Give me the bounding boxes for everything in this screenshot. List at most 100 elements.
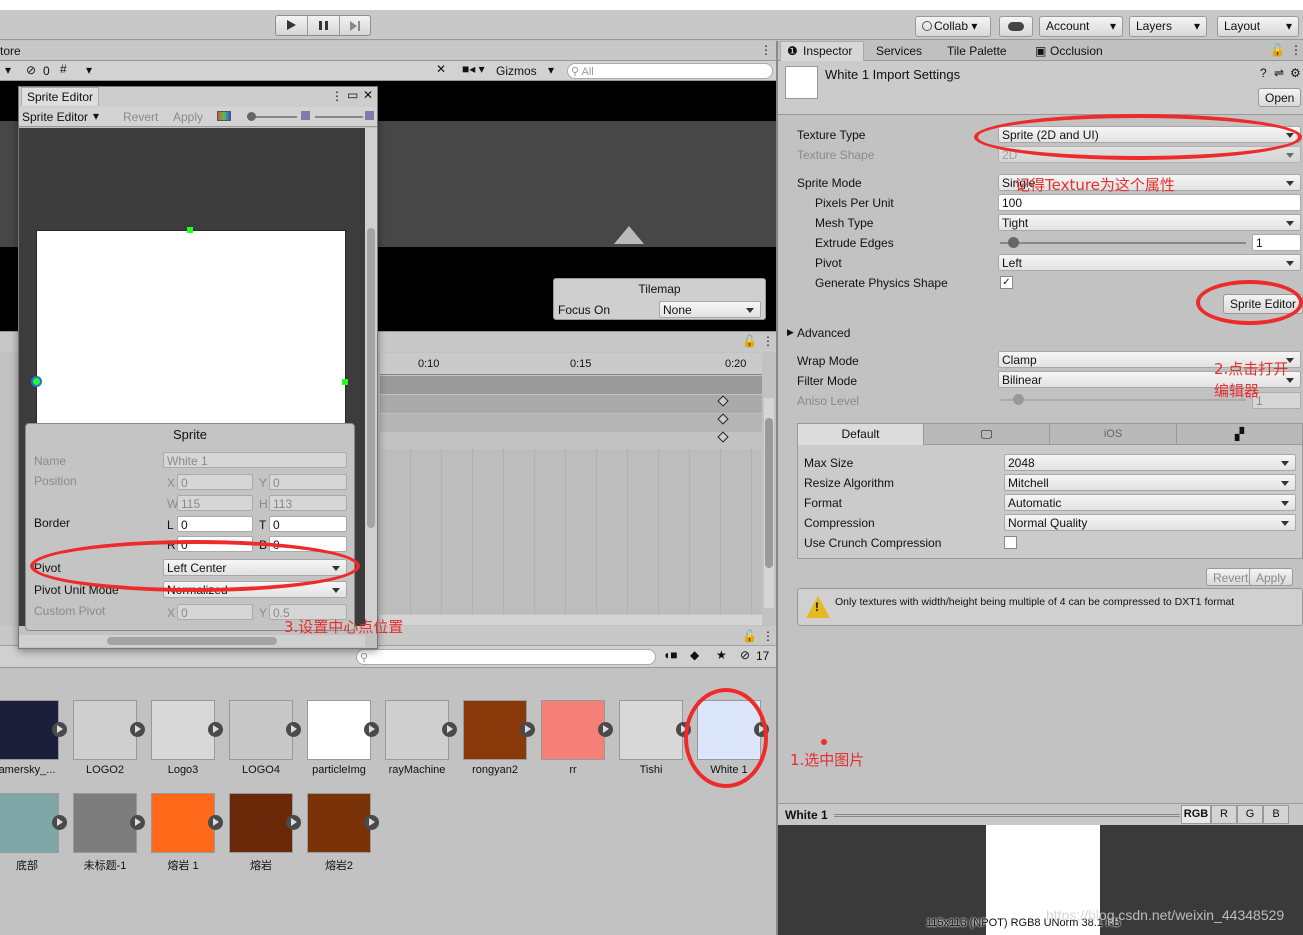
- asset-item[interactable]: Tishi: [612, 700, 691, 788]
- project-search-input[interactable]: ⚲: [356, 649, 656, 665]
- star-icon[interactable]: ★: [716, 648, 727, 662]
- border-l-field[interactable]: 0: [177, 516, 253, 532]
- cloud-button[interactable]: [999, 16, 1033, 37]
- play-icon[interactable]: [276, 16, 308, 35]
- scene-tab-label[interactable]: tore: [0, 44, 21, 58]
- channel-r-button[interactable]: R: [1211, 805, 1237, 824]
- apply-button[interactable]: Apply: [1249, 568, 1294, 586]
- open-button[interactable]: Open: [1258, 88, 1302, 107]
- chevron-down-icon[interactable]: ▾: [548, 63, 554, 77]
- revert-button[interactable]: Revert: [123, 110, 158, 124]
- asset-item[interactable]: 未标题-1: [66, 793, 145, 881]
- lock-icon[interactable]: 🔓: [742, 629, 757, 643]
- expand-arrow-icon[interactable]: [520, 722, 535, 737]
- sprite-handle-right[interactable]: [342, 379, 348, 385]
- revert-button[interactable]: Revert: [1206, 568, 1256, 586]
- more-icon[interactable]: ⋮: [1290, 43, 1302, 57]
- mip-slider[interactable]: [315, 116, 363, 118]
- help-icon[interactable]: ?: [1260, 66, 1267, 80]
- physics-shape-checkbox[interactable]: ✓: [1000, 276, 1013, 289]
- advanced-foldout[interactable]: Advanced: [797, 326, 850, 340]
- chevron-down-icon[interactable]: ▾: [86, 63, 92, 77]
- crunch-checkbox[interactable]: [1004, 536, 1017, 549]
- expand-arrow-icon[interactable]: [364, 815, 379, 830]
- sprite-editor-tab[interactable]: Sprite Editor: [21, 87, 100, 106]
- compression-dropdown[interactable]: Normal Quality: [1004, 514, 1296, 531]
- more-icon[interactable]: ⋮: [760, 43, 772, 57]
- expand-arrow-icon[interactable]: [130, 722, 145, 737]
- expand-arrow-icon[interactable]: [52, 815, 67, 830]
- pivot-dropdown[interactable]: Left: [998, 254, 1301, 271]
- apply-button[interactable]: Apply: [173, 110, 203, 124]
- ppu-field[interactable]: 100: [998, 194, 1301, 211]
- border-t-field[interactable]: 0: [269, 516, 347, 532]
- expand-arrow-icon[interactable]: [598, 722, 613, 737]
- extrude-edges-slider[interactable]: [1000, 237, 1246, 248]
- step-icon[interactable]: [340, 16, 370, 35]
- platform-tab-ios[interactable]: iOS: [1050, 424, 1177, 445]
- asset-item[interactable]: LOGO2: [66, 700, 145, 788]
- asset-item[interactable]: 熔岩 1: [144, 793, 223, 881]
- expand-arrow-icon[interactable]: [442, 722, 457, 737]
- platform-tab-android[interactable]: ▞: [1177, 424, 1302, 445]
- asset-item[interactable]: rayMachine: [378, 700, 457, 788]
- expand-arrow-icon[interactable]: [364, 722, 379, 737]
- collab-button[interactable]: Collab ▾: [915, 16, 991, 37]
- tools-icon[interactable]: ✕: [436, 62, 446, 76]
- gizmos-button[interactable]: Gizmos: [496, 64, 537, 78]
- asset-item[interactable]: particleImg: [300, 700, 379, 788]
- resize-algorithm-dropdown[interactable]: Mitchell: [1004, 474, 1296, 491]
- pivot-handle[interactable]: [31, 376, 42, 387]
- tab-tile-palette[interactable]: Tile Palette: [947, 44, 1007, 58]
- sprite-handle-top[interactable]: [187, 227, 193, 233]
- expand-arrow-icon[interactable]: [208, 722, 223, 737]
- channel-b-button[interactable]: B: [1263, 805, 1289, 824]
- tab-inspector[interactable]: Inspector: [803, 44, 852, 58]
- timeline-hscrollbar[interactable]: [380, 615, 762, 625]
- asset-item[interactable]: rongyan2: [456, 700, 535, 788]
- layers-button[interactable]: Layers ▾: [1129, 16, 1207, 37]
- account-button[interactable]: Account ▾: [1039, 16, 1123, 37]
- expand-arrow-icon[interactable]: [286, 815, 301, 830]
- chevron-down-icon[interactable]: ▾: [5, 63, 11, 77]
- label-icon[interactable]: ◆: [690, 648, 699, 662]
- focus-on-dropdown[interactable]: None: [659, 301, 761, 318]
- scene-search-input[interactable]: ⚲ All: [567, 63, 773, 79]
- asset-item[interactable]: amersky_...: [0, 700, 67, 788]
- time-ruler[interactable]: 0:10 0:15 0:20: [380, 353, 762, 375]
- pause-icon[interactable]: [308, 16, 340, 35]
- sprite-editor-mode-dropdown[interactable]: Sprite Editor: [22, 110, 88, 124]
- close-icon[interactable]: ✕: [363, 88, 373, 102]
- lock-icon[interactable]: 🔓: [742, 334, 757, 348]
- color-channel-icon[interactable]: [217, 111, 231, 121]
- asset-item[interactable]: 底部: [0, 793, 67, 881]
- asset-item[interactable]: 熔岩2: [300, 793, 379, 881]
- platform-tab-default[interactable]: Default: [798, 424, 924, 445]
- more-icon[interactable]: ⋮: [762, 629, 774, 643]
- grid-icon[interactable]: #: [60, 62, 67, 76]
- expand-arrow-icon[interactable]: [286, 722, 301, 737]
- timeline-vscrollbar[interactable]: [764, 398, 774, 608]
- extrude-edges-field[interactable]: 1: [1252, 234, 1301, 251]
- tab-services[interactable]: Services: [876, 44, 922, 58]
- lock-icon[interactable]: 🔓: [1270, 43, 1285, 57]
- foldout-arrow-icon[interactable]: ▶: [787, 327, 794, 338]
- expand-arrow-icon[interactable]: [52, 722, 67, 737]
- asset-item[interactable]: LOGO4: [222, 700, 301, 788]
- mesh-type-dropdown[interactable]: Tight: [998, 214, 1301, 231]
- expand-arrow-icon[interactable]: [130, 815, 145, 830]
- asset-item[interactable]: rr: [534, 700, 613, 788]
- chevron-down-icon[interactable]: ▾: [93, 109, 99, 123]
- more-icon[interactable]: ⋮: [331, 89, 343, 103]
- platform-tab-standalone[interactable]: 🖵: [924, 424, 1050, 445]
- keyframe-icon[interactable]: [717, 431, 729, 443]
- asset-item[interactable]: 熔岩: [222, 793, 301, 881]
- gear-icon[interactable]: ⚙: [1290, 66, 1301, 80]
- channel-rgb-button[interactable]: RGB: [1181, 805, 1211, 824]
- expand-arrow-icon[interactable]: [208, 815, 223, 830]
- layout-button[interactable]: Layout ▾: [1217, 16, 1299, 37]
- tab-occlusion[interactable]: Occlusion: [1050, 44, 1103, 58]
- sprite-canvas-vscrollbar[interactable]: [365, 128, 377, 626]
- maximize-icon[interactable]: ▭: [347, 88, 358, 102]
- preset-icon[interactable]: ⇌: [1274, 66, 1284, 80]
